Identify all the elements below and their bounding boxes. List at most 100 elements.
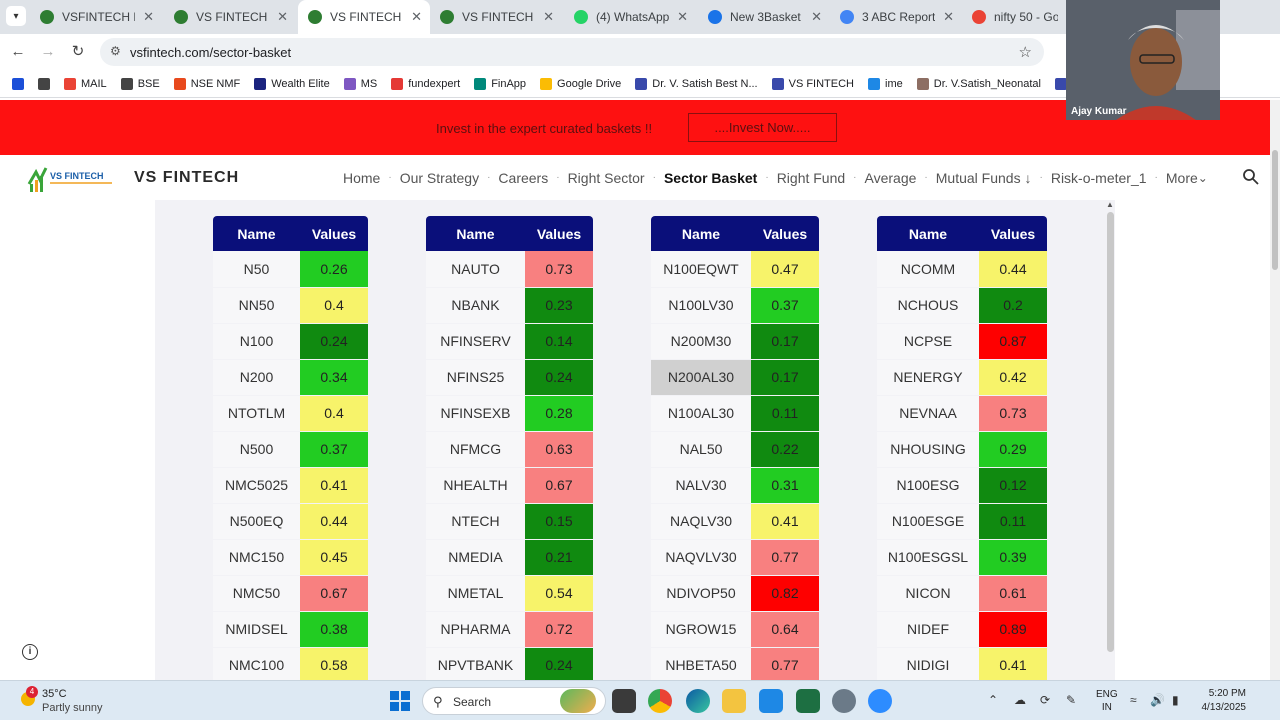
table-row: NIDEF 0.89 <box>877 611 1047 648</box>
bookmark-item[interactable]: BSE <box>120 77 160 90</box>
file-explorer-icon[interactable] <box>722 689 746 713</box>
site-info-icon[interactable]: ⚙ <box>110 44 121 58</box>
chevron-up-icon[interactable]: ⌃ <box>988 693 998 707</box>
menu-item[interactable]: Right Fund <box>777 170 845 186</box>
weather-widget[interactable]: 4 35°C Partly sunny <box>16 686 103 714</box>
index-name-cell: N200M30 <box>651 323 751 360</box>
close-tab-icon[interactable]: ✕ <box>277 9 288 25</box>
vs-fintech-logo[interactable]: VS FINTECH <box>26 162 116 194</box>
scroll-up-icon[interactable]: ▲ <box>1106 200 1114 209</box>
close-tab-icon[interactable]: ✕ <box>677 9 688 25</box>
bookmark-label: fundexpert <box>408 77 461 90</box>
menu-item[interactable]: Home <box>343 170 380 186</box>
inner-scrollbar[interactable]: ▲ <box>1106 200 1115 680</box>
bookmark-item[interactable]: MAIL <box>64 77 107 90</box>
browser-tab[interactable]: (4) WhatsApp B ✕ <box>564 0 696 34</box>
page-scroll-thumb[interactable] <box>1272 150 1278 270</box>
windows-start-icon[interactable] <box>390 691 410 711</box>
menu-item[interactable]: Average <box>865 170 917 186</box>
close-tab-icon[interactable]: ✕ <box>811 9 822 25</box>
menu-item[interactable]: Risk-o-meter_1 <box>1051 170 1147 186</box>
forward-arrow-icon[interactable]: → <box>38 42 58 62</box>
cloud-icon[interactable]: ☁ <box>1014 693 1026 707</box>
index-value-cell: 0.73 <box>525 251 593 288</box>
bookmark-item[interactable]: NSE NMF <box>173 77 240 90</box>
browser-tab[interactable]: nifty 50 - Googl <box>962 0 1066 34</box>
bookmark-item[interactable]: fundexpert <box>391 77 461 90</box>
index-name-cell: NFMCG <box>426 431 525 468</box>
bookmark-item[interactable]: MS <box>343 77 377 90</box>
index-name-cell: NENERGY <box>877 359 979 396</box>
index-name-cell: N200AL30 <box>651 359 751 396</box>
index-name-cell: NICON <box>877 575 979 612</box>
system-clock[interactable]: 5:20 PM 4/13/2025 <box>1196 687 1247 715</box>
table-row: NMC50 0.67 <box>213 575 368 612</box>
battery-icon[interactable]: ▮ <box>1172 693 1179 707</box>
column-header: Name <box>426 216 525 251</box>
close-tab-icon[interactable]: ✕ <box>543 9 554 25</box>
reload-icon[interactable]: ↻ <box>68 42 88 62</box>
index-value-cell: 0.12 <box>979 467 1047 504</box>
menu-item[interactable]: Sector Basket <box>664 170 757 186</box>
browser-tab[interactable]: 3 ABC Report - G ✕ <box>830 0 962 34</box>
back-arrow-icon[interactable]: ← <box>8 42 28 62</box>
menu-item[interactable]: Careers <box>498 170 548 186</box>
index-value-cell: 0.31 <box>751 467 819 504</box>
bookmark-item[interactable]: Dr. V. Satish Best N... <box>635 77 758 90</box>
menu-item[interactable]: Mutual Funds ↓ <box>936 170 1032 186</box>
invest-now-button[interactable]: ....Invest Now..... <box>688 113 837 142</box>
column-header: Name <box>213 216 300 251</box>
chrome-icon[interactable] <box>648 689 672 713</box>
site-brand[interactable]: VS FINTECH <box>134 169 239 187</box>
zoom-icon[interactable] <box>868 689 892 713</box>
settings-icon[interactable] <box>832 689 856 713</box>
bookmark-item[interactable]: ime <box>868 77 903 90</box>
index-name-cell: N100 <box>213 323 300 360</box>
index-name-cell: NAQVLV30 <box>651 539 751 576</box>
bookmark-item[interactable]: Google Drive <box>540 77 621 90</box>
excel-icon[interactable] <box>796 689 820 713</box>
search-icon[interactable] <box>1242 168 1260 186</box>
browser-tab[interactable]: VS FINTECH - Ri ✕ <box>430 0 562 34</box>
bookmark-item[interactable]: Wealth Elite <box>254 77 330 90</box>
close-tab-icon[interactable]: ✕ <box>143 9 154 25</box>
bookmark-item[interactable] <box>12 77 24 90</box>
close-tab-icon[interactable]: ✕ <box>943 9 954 25</box>
inner-scroll-thumb[interactable] <box>1107 212 1114 652</box>
bookmark-item[interactable]: VS FINTECH <box>771 77 854 90</box>
language-indicator[interactable]: ENG IN <box>1096 688 1118 714</box>
index-value-cell: 0.67 <box>525 467 593 504</box>
url-text[interactable]: vsfintech.com/sector-basket <box>130 45 291 60</box>
close-tab-icon[interactable]: ✕ <box>411 9 422 25</box>
table-row: NENERGY 0.42 <box>877 359 1047 396</box>
bookmark-item[interactable]: Dr. V.Satish_Neonatal <box>916 77 1041 90</box>
index-name-cell: N50 <box>213 251 300 288</box>
bookmark-item[interactable]: FinApp <box>474 77 526 90</box>
table-row: NGROW15 0.64 <box>651 611 819 648</box>
browser-tab[interactable]: VS FINTECH - Se ✕ <box>164 0 296 34</box>
edge-icon[interactable] <box>686 689 710 713</box>
tab-search-button[interactable]: ▾ <box>6 6 26 26</box>
info-icon[interactable]: i <box>22 644 38 660</box>
menu-item[interactable]: More <box>1166 170 1198 186</box>
bookmark-item[interactable] <box>38 77 50 90</box>
file-viewer-icon[interactable] <box>612 689 636 713</box>
address-bar[interactable]: ⚙ vsfintech.com/sector-basket ☆ <box>100 38 1044 66</box>
menu-item[interactable]: Right Sector <box>568 170 645 186</box>
browser-tab[interactable]: VS FINTECH - Se ✕ <box>298 0 430 34</box>
apps-grid-icon <box>38 77 50 90</box>
index-name-cell: NMETAL <box>426 575 525 612</box>
sync-icon[interactable]: ⟳ <box>1040 693 1050 707</box>
bookmark-label: Dr. V.Satish_Neonatal <box>933 77 1041 90</box>
browser-tab[interactable]: VSFINTECH Hea ✕ <box>30 0 162 34</box>
wifi-icon[interactable]: ≈ <box>1130 693 1137 707</box>
browser-tab[interactable]: New 3Basket List ✕ <box>698 0 830 34</box>
volume-icon[interactable]: 🔊 <box>1150 693 1165 707</box>
pen-icon[interactable]: ✎ <box>1066 693 1076 707</box>
dell-icon[interactable] <box>759 689 783 713</box>
chevron-down-icon[interactable]: ⌄ <box>1198 171 1208 185</box>
bookmark-star-icon[interactable]: ☆ <box>1019 43 1032 61</box>
page-scrollbar[interactable] <box>1270 100 1280 680</box>
menu-item[interactable]: Our Strategy <box>400 170 479 186</box>
index-name-cell: NEVNAA <box>877 395 979 432</box>
